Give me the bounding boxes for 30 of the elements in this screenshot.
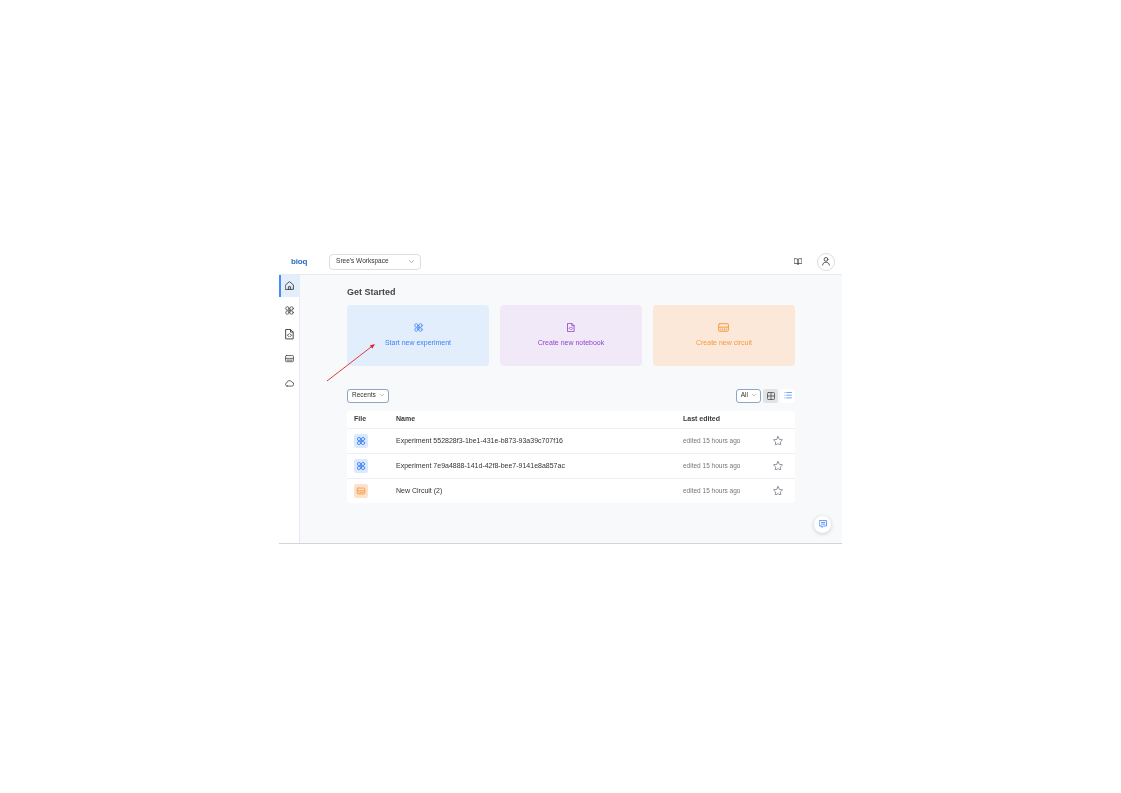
- docs-button[interactable]: [794, 258, 802, 265]
- chevron-down-icon: [752, 394, 756, 397]
- code-file-icon: [567, 323, 575, 332]
- account-button[interactable]: [817, 252, 835, 271]
- grid-view-button[interactable]: [763, 388, 778, 403]
- user-icon: [822, 257, 830, 266]
- star-icon[interactable]: [773, 460, 783, 471]
- sidebar-item[interactable]: [279, 274, 299, 297]
- chat-button[interactable]: [814, 515, 831, 533]
- book-icon: [794, 258, 802, 265]
- list-icon: [783, 392, 792, 399]
- four-circles-icon: [284, 305, 294, 315]
- section-heading: Get Started: [347, 286, 397, 298]
- star-icon[interactable]: [773, 435, 783, 446]
- panel-icon: [718, 323, 730, 332]
- chevron-down-icon: [409, 260, 415, 263]
- panel-icon: [284, 355, 294, 363]
- logo: bioq: [291, 257, 308, 266]
- cloud-icon: [284, 380, 294, 387]
- chevron-down-icon: [379, 394, 384, 397]
- grid-icon: [766, 391, 775, 400]
- annotation-arrow: [325, 341, 377, 383]
- star-icon[interactable]: [773, 485, 783, 496]
- chat-icon: [818, 520, 827, 528]
- four-circles-icon: [413, 323, 423, 332]
- home-icon: [284, 281, 294, 290]
- experiment-file-icon: [354, 458, 368, 473]
- code-file-icon: [284, 329, 294, 340]
- experiment-file-icon: [354, 433, 368, 448]
- circuit-file-icon: [354, 483, 368, 498]
